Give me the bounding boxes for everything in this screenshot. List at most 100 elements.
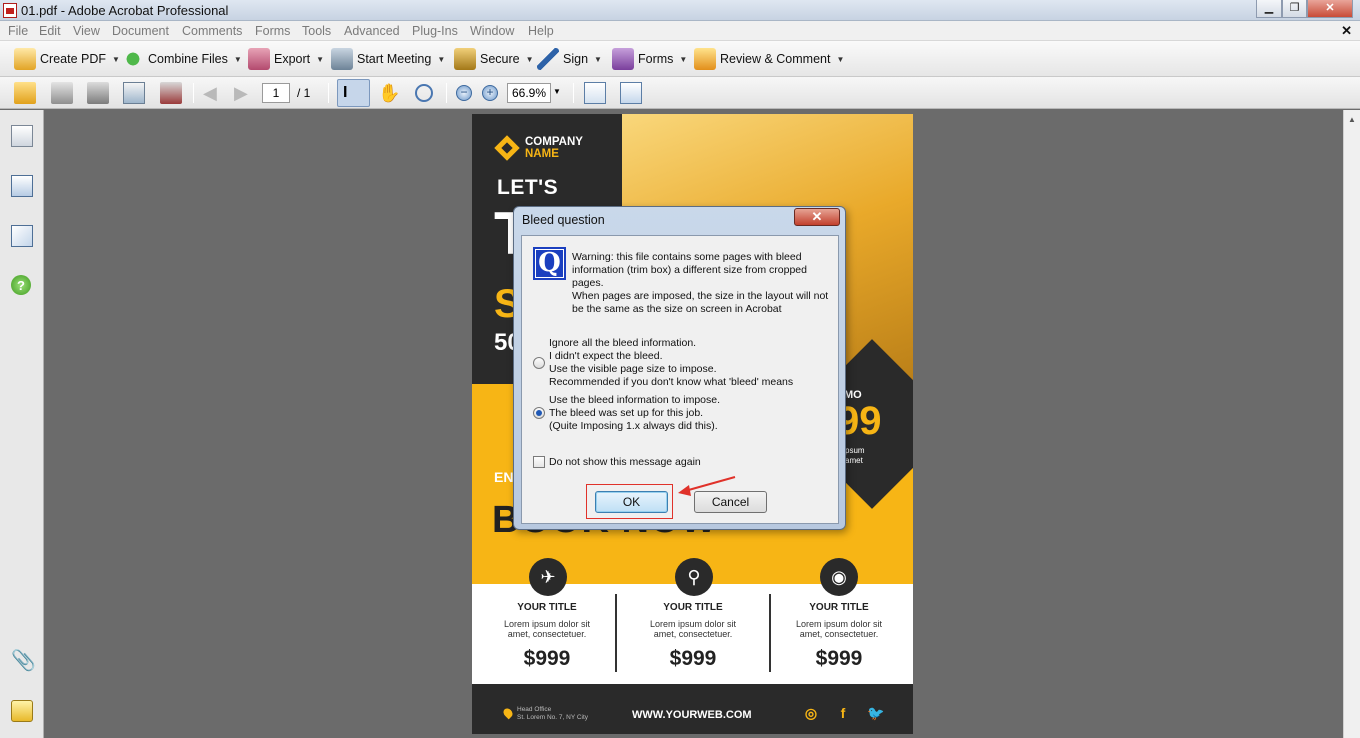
flyer-headline: LET'S (497, 176, 559, 199)
instagram-icon: ◎ (804, 705, 818, 721)
flyer-en-text: EN (494, 469, 514, 485)
dialog-title: Bleed question (522, 213, 605, 227)
option-line: (Quite Imposing 1.x always did this). (549, 420, 718, 432)
export-button[interactable]: Export ▼ (248, 47, 324, 71)
fit-width-icon[interactable] (584, 82, 606, 104)
vertical-scrollbar[interactable]: ▲ (1343, 110, 1360, 738)
tasks-toolbar: Create PDF ▼ Combine Files ▼ Export ▼ Start… (0, 41, 1360, 77)
use-bleed-label[interactable]: Use the bleed information to impose. The… (549, 394, 834, 433)
export-label: Export (274, 52, 311, 66)
pages-icon[interactable] (11, 125, 33, 147)
zoom-in-icon[interactable]: + (482, 85, 498, 101)
combine-files-icon (122, 48, 144, 70)
menu-tools[interactable]: Tools (302, 24, 331, 38)
attachments-icon[interactable]: 📎 (11, 650, 36, 672)
menu-document[interactable]: Document (112, 24, 169, 38)
comment-icon (694, 48, 716, 70)
bookmarks-icon[interactable] (11, 175, 33, 197)
column-title: YOUR TITLE (517, 602, 577, 613)
create-pdf-label: Create PDF (40, 52, 106, 66)
zoom-out-icon[interactable]: − (456, 85, 472, 101)
next-page-icon[interactable]: ▶ (234, 82, 256, 104)
combine-files-button[interactable]: Combine Files ▼ (122, 47, 242, 71)
column-body: Lorem ipsum dolor sit amet, consectetuer… (769, 619, 909, 639)
option-line: I didn't expect the bleed. (549, 350, 663, 362)
menu-view[interactable]: View (73, 24, 100, 38)
minimize-button[interactable]: ▁ (1256, 0, 1282, 18)
option-line: Use the bleed information to impose. (549, 394, 721, 406)
review-comment-button[interactable]: Review & Comment ▼ (694, 47, 844, 71)
hand-tool-icon[interactable]: ✋ (378, 82, 400, 104)
ok-highlight-annotation (586, 484, 673, 519)
warning-line: information (trim box) a different size … (572, 264, 807, 276)
help-icon[interactable]: ? (11, 275, 31, 295)
open-folder-icon[interactable] (14, 82, 36, 104)
save-icon[interactable] (87, 82, 109, 104)
column-price: $999 (815, 647, 863, 670)
export-icon (248, 48, 270, 70)
column-divider (769, 594, 771, 672)
previous-page-icon[interactable]: ◀ (203, 82, 225, 104)
close-document-icon[interactable]: ✕ (1341, 23, 1352, 39)
menu-comments[interactable]: Comments (182, 24, 242, 38)
page-number-input[interactable]: 1 (262, 83, 290, 103)
menu-plug-ins[interactable]: Plug-Ins (412, 24, 458, 38)
find-icon[interactable] (160, 82, 182, 104)
menu-file[interactable]: File (8, 24, 28, 38)
menu-help[interactable]: Help (528, 24, 554, 38)
scroll-up-icon[interactable]: ▲ (1348, 115, 1356, 124)
navigation-pane: ? 📎 (0, 110, 44, 738)
use-bleed-radio[interactable] (533, 407, 545, 419)
menu-edit[interactable]: Edit (39, 24, 61, 38)
navigation-toolbar: ◀ ▶ 1 / 1 I ✋ − + 66.9% ▼ (0, 77, 1360, 109)
review-comment-label: Review & Comment (720, 52, 831, 66)
office-street: St. Lorem No. 7, NY City (517, 714, 589, 721)
secure-button[interactable]: Secure ▼ (454, 47, 534, 71)
page-total: / 1 (297, 86, 311, 100)
title-bar: 01.pdf - Adobe Acrobat Professional ▁ ❐ … (0, 0, 1360, 21)
option-line: The bleed was set up for this job. (549, 407, 704, 419)
column-title: YOUR TITLE (809, 602, 869, 613)
column-price: $999 (669, 647, 717, 670)
menu-forms[interactable]: Forms (255, 24, 290, 38)
column-body-line: Lorem ipsum dolor sit (649, 619, 737, 629)
zoom-level-input[interactable]: 66.9% (507, 83, 551, 103)
column-body-line: Lorem ipsum dolor sit (795, 619, 883, 629)
option-line: Recommended if you don't know what 'blee… (549, 376, 794, 388)
create-pdf-button[interactable]: Create PDF ▼ (14, 47, 120, 71)
zoom-tool-icon[interactable] (415, 84, 433, 102)
text-select-icon: I (343, 84, 348, 101)
maximize-button[interactable]: ❐ (1282, 0, 1307, 18)
forms-button[interactable]: Forms ▼ (612, 47, 687, 71)
company-name-line1: COMPANY (525, 136, 583, 148)
menu-window[interactable]: Window (470, 24, 514, 38)
ignore-bleed-label[interactable]: Ignore all the bleed information. I didn… (549, 337, 834, 389)
start-meeting-button[interactable]: Start Meeting ▼ (331, 47, 445, 71)
office-address: Head Office St. Lorem No. 7, NY City (517, 706, 588, 722)
create-pdf-icon (14, 48, 36, 70)
dont-show-again-label[interactable]: Do not show this message again (549, 456, 701, 469)
comments-icon[interactable] (11, 700, 33, 722)
sign-button[interactable]: Sign ▼ (537, 47, 602, 71)
ignore-bleed-radio[interactable] (533, 357, 545, 369)
dialog-close-button[interactable]: ✕ (794, 208, 840, 226)
window-title: 01.pdf - Adobe Acrobat Professional (21, 3, 229, 18)
warning-line: Warning: this file contains some pages w… (572, 251, 802, 263)
email-icon[interactable] (123, 82, 145, 104)
column-body-line: Lorem ipsum dolor sit (503, 619, 591, 629)
signatures-icon[interactable] (11, 225, 33, 247)
quite-imposing-icon: Q (533, 247, 566, 280)
close-window-button[interactable]: ✕ (1307, 0, 1353, 18)
pen-icon (537, 48, 559, 70)
print-icon[interactable] (51, 82, 73, 104)
combine-files-label: Combine Files (148, 52, 228, 66)
zoom-dropdown-icon[interactable]: ▼ (553, 87, 561, 96)
forms-label: Forms (638, 52, 674, 66)
option-line: Ignore all the bleed information. (549, 337, 697, 349)
warning-text: Warning: this file contains some pages w… (572, 251, 837, 316)
airplane-icon: ✈ (529, 558, 567, 596)
menu-advanced[interactable]: Advanced (344, 24, 400, 38)
fit-page-icon[interactable] (620, 82, 642, 104)
dont-show-again-checkbox[interactable] (533, 456, 545, 468)
meeting-icon (331, 48, 353, 70)
